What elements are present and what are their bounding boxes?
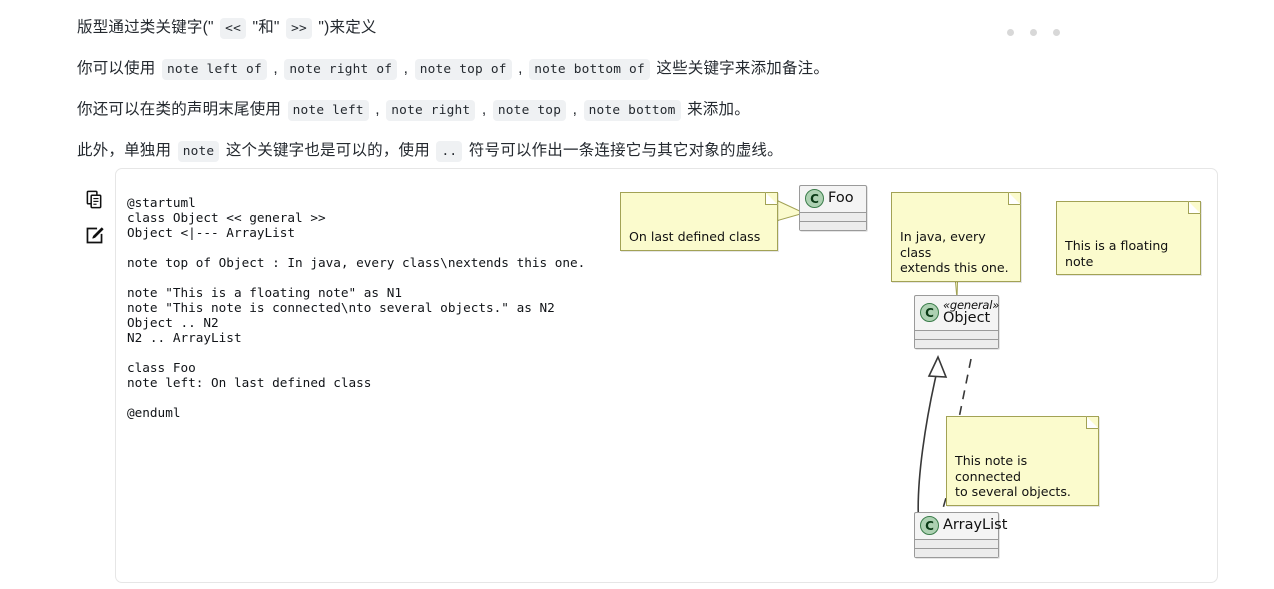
text-run: 这些关键字来添加备注。 xyxy=(651,60,830,77)
class-attributes-compartment xyxy=(800,213,866,221)
note-fold-corner-icon xyxy=(765,192,778,205)
class-box-foo[interactable]: C Foo xyxy=(799,185,867,231)
class-name: Object xyxy=(943,310,991,327)
dot-icon-1 xyxy=(1007,29,1014,36)
inline-code: note bottom of xyxy=(529,59,650,80)
text-run: , xyxy=(477,101,491,118)
text-run: 此外，单独用 xyxy=(77,142,176,159)
text-run: 符号可以作出一条连接它与其它对象的虚线。 xyxy=(464,142,783,159)
class-name: Foo xyxy=(828,189,854,206)
text-run: "和" xyxy=(247,19,285,36)
paragraph-2: 你可以使用 note left of , note right of , not… xyxy=(77,49,977,90)
paragraph-4: 此外，单独用 note 这个关键字也是可以的，使用 .. 符号可以作出一条连接它… xyxy=(77,131,977,172)
class-attributes-compartment xyxy=(915,540,998,548)
class-marker-icon: C xyxy=(805,189,824,208)
copy-icon[interactable] xyxy=(84,189,104,209)
text-run: 你还可以在类的声明末尾使用 xyxy=(77,101,286,118)
dot-icon-3 xyxy=(1053,29,1060,36)
class-marker-icon: C xyxy=(920,516,939,535)
text-run: , xyxy=(513,60,528,77)
inline-code: note right xyxy=(386,100,476,121)
inline-code: << xyxy=(220,18,246,39)
paragraph-3: 你还可以在类的声明末尾使用 note left , note right , n… xyxy=(77,90,977,131)
class-box-arraylist[interactable]: C ArrayList xyxy=(914,512,1007,558)
class-box-object[interactable]: C «general» Object xyxy=(914,295,999,350)
inline-code: note top xyxy=(492,100,567,121)
note-on-last-defined-class[interactable]: On last defined class xyxy=(620,192,778,251)
text-run: 你可以使用 xyxy=(77,60,161,77)
class-header: C ArrayList xyxy=(915,513,1007,539)
inline-code: note bottom xyxy=(583,100,681,121)
note-fold-corner-icon xyxy=(1008,192,1021,205)
card-toolbar xyxy=(84,189,104,245)
dot-icon-2 xyxy=(1030,29,1037,36)
inline-code: note left xyxy=(287,100,369,121)
note-text: This note is connected to several object… xyxy=(955,453,1071,499)
page-root: 版型通过类关键字(" << "和" >> ")来定义 你可以使用 note le… xyxy=(0,0,1274,589)
class-header: C Foo xyxy=(800,186,866,212)
inline-code: note right of xyxy=(284,59,398,80)
text-run: , xyxy=(268,60,283,77)
class-methods-compartment xyxy=(915,340,998,349)
class-methods-compartment xyxy=(915,549,998,557)
class-header: C «general» Object xyxy=(915,296,999,330)
more-options-dots[interactable] xyxy=(1007,29,1060,36)
note-floating[interactable]: This is a floating note xyxy=(1056,201,1201,275)
note-fold-corner-icon xyxy=(1188,201,1201,214)
class-methods-compartment xyxy=(800,222,866,230)
note-text: On last defined class xyxy=(629,229,761,244)
class-marker-icon: C xyxy=(920,303,939,323)
note-text: This is a floating note xyxy=(1065,238,1169,269)
text-run: ")来定义 xyxy=(313,19,377,36)
note-text: In java, every class extends this one. xyxy=(900,229,1009,275)
class-name: ArrayList xyxy=(943,516,1008,533)
class-names: «general» Object xyxy=(943,299,999,326)
text-run: 来添加。 xyxy=(682,101,750,118)
text-run: , xyxy=(568,101,582,118)
inline-code: .. xyxy=(436,141,463,162)
plantuml-card: @startuml class Object << general >> Obj… xyxy=(86,168,1219,584)
paragraph-1: 版型通过类关键字(" << "和" >> ")来定义 xyxy=(77,8,977,49)
inline-code: note top of xyxy=(414,59,512,80)
inline-code: note xyxy=(177,141,220,162)
article-body: 版型通过类关键字(" << "和" >> ")来定义 你可以使用 note le… xyxy=(77,8,977,172)
note-fold-corner-icon xyxy=(1086,416,1099,429)
class-attributes-compartment xyxy=(915,331,998,340)
text-run: 版型通过类关键字(" xyxy=(77,19,219,36)
text-run: 这个关键字也是可以的，使用 xyxy=(221,142,435,159)
uml-diagram: C Foo C «general» Object C ArrayList On … xyxy=(116,169,1219,584)
text-run: , xyxy=(399,60,413,77)
class-names: Foo xyxy=(828,189,854,206)
note-in-java-extends[interactable]: In java, every class extends this one. xyxy=(891,192,1021,282)
edit-icon[interactable] xyxy=(84,225,104,245)
note-connected-to-several[interactable]: This note is connected to several object… xyxy=(946,416,1099,506)
class-names: ArrayList xyxy=(943,516,1008,533)
inline-code: >> xyxy=(286,18,312,39)
inline-code: note left of xyxy=(162,59,267,80)
text-run: , xyxy=(370,101,385,118)
